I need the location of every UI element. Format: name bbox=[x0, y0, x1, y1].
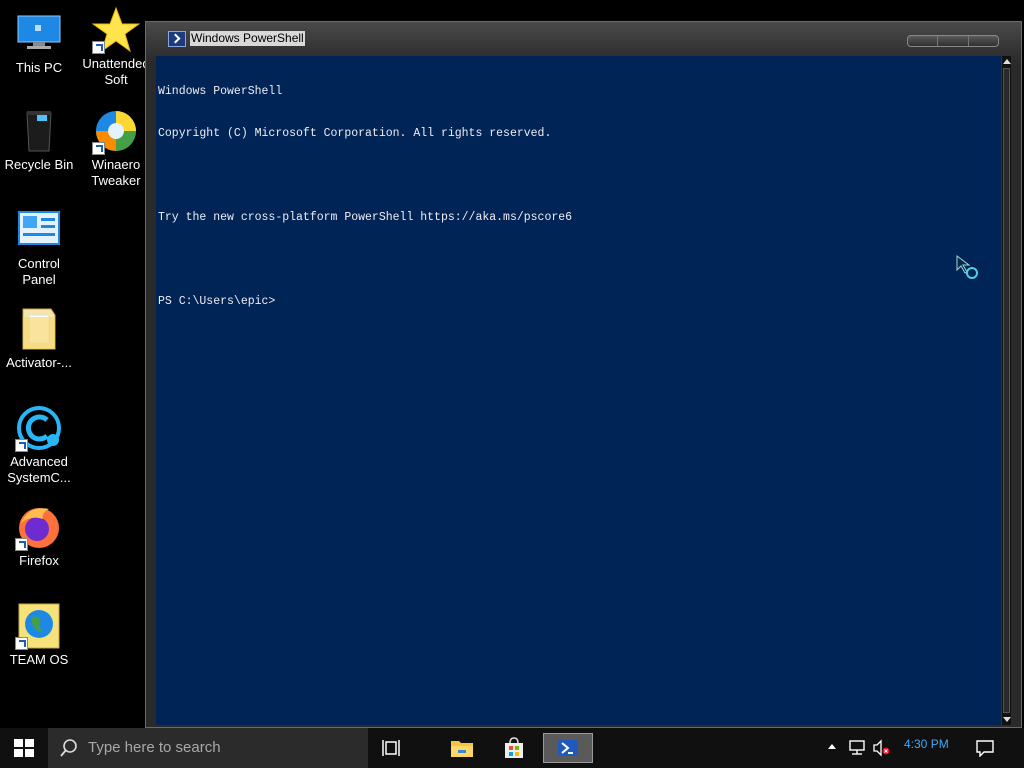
desktop-icon-control-panel[interactable]: Control Panel bbox=[1, 206, 77, 288]
show-hidden-icons-icon[interactable] bbox=[828, 744, 836, 749]
desktop-icon-label: Advanced SystemC... bbox=[7, 454, 71, 485]
shortcut-arrow-icon bbox=[15, 439, 28, 452]
powershell-icon bbox=[558, 740, 578, 756]
minimize-button[interactable] bbox=[908, 36, 939, 46]
search-placeholder: Type here to search bbox=[88, 739, 221, 756]
firefox-icon bbox=[15, 503, 63, 551]
desktop-icon-label: This PC bbox=[15, 60, 63, 75]
control-panel-icon bbox=[15, 206, 63, 254]
desktop-icon-activator[interactable]: Activator-... bbox=[1, 305, 77, 371]
store-button[interactable] bbox=[490, 728, 538, 768]
vertical-scrollbar[interactable] bbox=[1001, 56, 1011, 725]
taskbar-powershell-button[interactable] bbox=[543, 733, 593, 763]
start-button[interactable] bbox=[0, 728, 48, 768]
desktop-icon-firefox[interactable]: Firefox bbox=[1, 503, 77, 569]
window-title: Windows PowerShell bbox=[190, 31, 305, 46]
powershell-window[interactable]: Windows PowerShell Windows PowerShell Co… bbox=[145, 21, 1022, 728]
window-titlebar[interactable]: Windows PowerShell bbox=[146, 22, 1021, 56]
store-icon bbox=[505, 737, 523, 758]
scroll-up-icon[interactable] bbox=[1003, 59, 1011, 64]
desktop-icon-label: Activator-... bbox=[6, 355, 72, 370]
desktop-icon-advanced-systemcare[interactable]: Advanced SystemC... bbox=[1, 404, 77, 486]
volume-muted-icon[interactable] bbox=[872, 739, 890, 757]
network-icon[interactable] bbox=[848, 739, 866, 757]
console-prompt[interactable]: PS C:\Users\epic> bbox=[158, 295, 999, 309]
desktop-icon-unattended-soft[interactable]: Unattended Soft bbox=[78, 6, 154, 88]
desktop-icon-winaero-tweaker[interactable]: Winaero Tweaker bbox=[78, 107, 154, 189]
task-view-icon bbox=[382, 740, 400, 756]
advanced-systemcare-icon bbox=[15, 404, 63, 452]
winaero-tweaker-icon bbox=[92, 107, 140, 155]
busy-cursor-icon bbox=[956, 255, 980, 286]
shortcut-arrow-icon bbox=[92, 142, 105, 155]
console-output[interactable]: Windows PowerShell Copyright (C) Microso… bbox=[156, 56, 1001, 725]
action-center-icon[interactable] bbox=[976, 739, 994, 757]
close-button[interactable] bbox=[969, 36, 998, 46]
console-line: Windows PowerShell bbox=[158, 85, 283, 98]
shortcut-arrow-icon bbox=[15, 637, 28, 650]
computer-icon bbox=[15, 10, 63, 58]
powershell-icon bbox=[168, 31, 186, 47]
windows-logo-icon bbox=[14, 739, 34, 757]
folder-icon bbox=[15, 305, 63, 353]
search-icon bbox=[60, 739, 77, 757]
scrollbar-thumb[interactable] bbox=[1003, 68, 1010, 713]
shortcut-arrow-icon bbox=[92, 41, 105, 54]
desktop-icon-label: Winaero Tweaker bbox=[91, 157, 141, 188]
scroll-down-icon[interactable] bbox=[1003, 717, 1011, 722]
file-explorer-button[interactable] bbox=[438, 728, 486, 768]
maximize-button[interactable] bbox=[938, 36, 969, 46]
desktop-icon-recycle-bin[interactable]: Recycle Bin bbox=[1, 107, 77, 173]
console-line: Copyright (C) Microsoft Corporation. All… bbox=[158, 127, 552, 140]
clock[interactable]: 4:30 PM bbox=[904, 737, 949, 751]
globe-icon bbox=[15, 602, 63, 650]
search-box[interactable]: Type here to search bbox=[48, 728, 368, 768]
taskbar: Type here to search 4:30 PM bbox=[0, 728, 1024, 768]
star-icon bbox=[91, 6, 141, 54]
desktop-icon-label: Recycle Bin bbox=[4, 157, 74, 172]
desktop-icon-this-pc[interactable]: This PC bbox=[1, 10, 77, 76]
shortcut-arrow-icon bbox=[15, 538, 28, 551]
recycle-bin-icon bbox=[15, 107, 63, 155]
task-view-button[interactable] bbox=[368, 728, 416, 768]
desktop-icon-label: Control Panel bbox=[18, 256, 60, 287]
desktop-icon-label: Unattended Soft bbox=[82, 56, 150, 87]
window-controls bbox=[907, 35, 999, 47]
desktop-icon-label: TEAM OS bbox=[9, 652, 69, 667]
desktop-icon-team-os[interactable]: TEAM OS bbox=[1, 602, 77, 668]
desktop-icon-label: Firefox bbox=[19, 553, 59, 568]
console-line: Try the new cross-platform PowerShell ht… bbox=[158, 211, 573, 224]
file-explorer-icon bbox=[451, 741, 473, 757]
